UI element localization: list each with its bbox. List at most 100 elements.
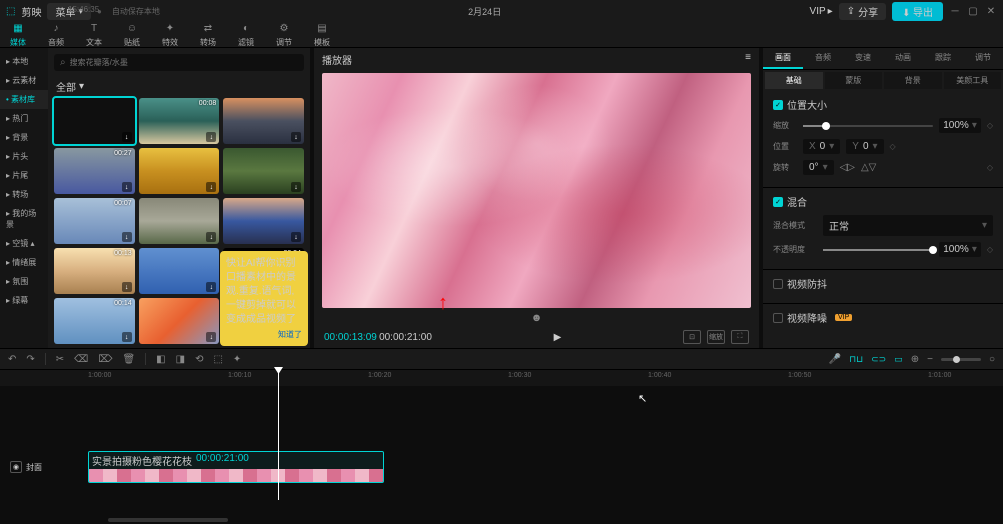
sidebar-情绪展[interactable]: ▸ 情绪展 (0, 253, 48, 272)
link-icon[interactable]: ⊂⊃ (871, 354, 886, 365)
undo-icon[interactable]: ↶ (8, 354, 16, 365)
fullscreen-icon[interactable]: ⛶ (731, 330, 749, 344)
toolbar-音频[interactable]: ♪音频 (48, 22, 64, 48)
playhead[interactable] (278, 370, 279, 500)
sidebar-云素材[interactable]: ▸ 云素材 (0, 71, 48, 90)
rotate-icon[interactable]: ⟲ (195, 354, 203, 365)
tooltip-ok[interactable]: 知道了 (226, 329, 302, 340)
video-clip[interactable]: 实景拍摄粉色樱花花枝00:00:21:00 (88, 451, 384, 483)
pos-size-check[interactable]: ✓ (773, 100, 783, 110)
subtab-背景[interactable]: 背景 (884, 72, 942, 89)
subtab-美颜工具[interactable]: 美颜工具 (944, 72, 1002, 89)
thumbnail[interactable]: 00:08↓ (139, 98, 220, 144)
crop-icon[interactable]: ⬚ (213, 354, 222, 365)
tab-变速[interactable]: 变速 (843, 48, 883, 69)
thumbnail[interactable]: ↓ (223, 98, 304, 144)
delete-right-icon[interactable]: ⌦ (98, 354, 112, 365)
sidebar-氛围[interactable]: ▸ 氛围 (0, 272, 48, 291)
zoom-in-icon[interactable]: ○ (989, 354, 995, 365)
mic-icon[interactable]: 🎤 (829, 354, 841, 365)
timeline-body[interactable]: ◉ 封面 实景拍摄粉色樱花花枝00:00:21:00 (0, 386, 1003, 516)
thumbnail[interactable]: ↓ (223, 148, 304, 194)
preview-menu-icon[interactable]: ≡ (745, 52, 751, 67)
sidebar-转场[interactable]: ▸ 转场 (0, 185, 48, 204)
maximize-icon[interactable]: ▢ (967, 5, 979, 17)
thumbnail[interactable]: ↓ (139, 198, 220, 244)
toolbar-贴纸[interactable]: ☺贴纸 (124, 22, 140, 48)
scale-slider[interactable] (803, 125, 933, 127)
keyframe-icon[interactable]: ◇ (987, 121, 993, 130)
share-button[interactable]: ⇪分享 (839, 3, 886, 20)
toolbar-文本[interactable]: T文本 (86, 22, 102, 48)
thumbnail[interactable]: 00:27↓ (54, 148, 135, 194)
vip-badge[interactable]: VIP▸ (810, 6, 833, 17)
preview-face-icon[interactable]: ☻ (531, 312, 543, 324)
thumbnail[interactable]: 00:13↓ (54, 248, 135, 294)
tool-icon[interactable]: ◧ (156, 354, 165, 365)
magnet-icon[interactable]: ⊓⊔ (849, 354, 863, 365)
scale-icon[interactable]: 缩放 (707, 330, 725, 344)
blend-check[interactable]: ✓ (773, 197, 783, 207)
sidebar-我的场景[interactable]: ▸ 我的场景 (0, 204, 48, 234)
opacity-value[interactable]: 100%▾ (939, 242, 981, 257)
toolbar-转场[interactable]: ⇄转场 (200, 22, 216, 48)
sidebar-背景[interactable]: ▸ 背景 (0, 128, 48, 147)
redo-icon[interactable]: ↷ (26, 354, 34, 365)
minimize-icon[interactable]: ─ (949, 5, 961, 17)
split-icon[interactable]: ✂ (56, 354, 64, 365)
search-input[interactable] (70, 58, 298, 67)
tab-动画[interactable]: 动画 (883, 48, 923, 69)
subtab-基础[interactable]: 基础 (765, 72, 823, 89)
sort-dropdown[interactable]: 全部▾ (48, 77, 310, 96)
timeline-ruler[interactable]: 1:00:001:00:101:00:201:00:301:00:401:00:… (0, 370, 1003, 386)
thumbnail[interactable]: ↓ (139, 298, 220, 344)
play-button[interactable]: ▶ (554, 332, 562, 343)
tab-调节[interactable]: 调节 (963, 48, 1003, 69)
pos-y[interactable]: Y0▾ (846, 139, 883, 154)
delete-icon[interactable]: 🗑 (122, 354, 135, 365)
thumbnail[interactable]: 00:07↓ (54, 198, 135, 244)
denoise-check[interactable] (773, 313, 783, 323)
toolbar-媒体[interactable]: ▦媒体 (10, 22, 26, 48)
close-icon[interactable]: ✕ (985, 5, 997, 17)
toolbar-模板[interactable]: ▤模板 (314, 22, 330, 48)
thumbnail[interactable]: ↓ (54, 98, 135, 144)
rot-value[interactable]: 0°▾ (803, 160, 834, 175)
stabilize-check[interactable] (773, 279, 783, 289)
thumbnail[interactable]: ↓ (223, 198, 304, 244)
search-box[interactable]: ⌕ (54, 54, 304, 71)
track-toggle[interactable]: ◉ (10, 461, 22, 473)
toolbar-滤镜[interactable]: ◐滤镜 (238, 22, 254, 48)
preview-icon[interactable]: ▭ (894, 354, 903, 365)
keyframe-icon[interactable]: ◇ (987, 245, 993, 254)
thumbnail[interactable]: ↓ (139, 248, 220, 294)
timeline-scrollbar[interactable] (0, 516, 1003, 524)
ratio-icon[interactable]: ⊡ (683, 330, 701, 344)
thumbnail[interactable]: ↓ (139, 148, 220, 194)
mirror-icon[interactable]: ◨ (176, 354, 185, 365)
blend-mode-select[interactable]: 正常▾ (823, 215, 993, 236)
sidebar-片尾[interactable]: ▸ 片尾 (0, 166, 48, 185)
keyframe-icon[interactable]: ◇ (987, 163, 993, 172)
subtab-蒙版[interactable]: 蒙版 (825, 72, 883, 89)
scale-value[interactable]: 100%▾ (939, 118, 981, 133)
tab-画面[interactable]: 画面 (763, 48, 803, 69)
toolbar-调节[interactable]: ⚙调节 (276, 22, 292, 48)
zoom-out-icon[interactable]: − (927, 354, 933, 365)
pos-x[interactable]: X0▾ (803, 139, 840, 154)
ai-icon[interactable]: ✦ (233, 354, 241, 365)
align-icon[interactable]: ⊕ (911, 354, 919, 365)
delete-left-icon[interactable]: ⌫ (74, 354, 88, 365)
sidebar-片头[interactable]: ▸ 片头 (0, 147, 48, 166)
export-button[interactable]: ⬇ 导出 (892, 2, 943, 21)
opacity-slider[interactable] (823, 249, 933, 251)
sidebar-素材库[interactable]: • 素材库 (0, 90, 48, 109)
flip-h-icon[interactable]: ◁▷ (840, 162, 855, 173)
thumbnail[interactable]: 00:14↓ (54, 298, 135, 344)
sidebar-空镜[interactable]: ▸ 空镜 ▴ (0, 234, 48, 253)
sidebar-绿幕[interactable]: ▸ 绿幕 (0, 291, 48, 310)
toolbar-特效[interactable]: ✦特效 (162, 22, 178, 48)
keyframe-icon[interactable]: ◇ (890, 142, 896, 151)
flip-v-icon[interactable]: △▽ (861, 162, 876, 173)
tab-跟踪[interactable]: 跟踪 (923, 48, 963, 69)
